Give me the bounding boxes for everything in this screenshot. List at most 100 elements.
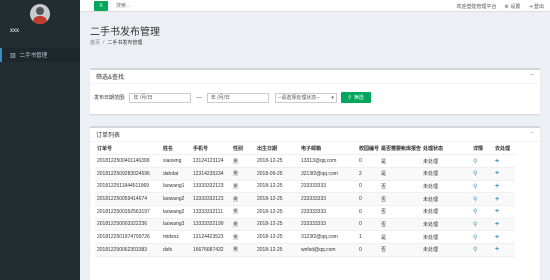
search-icon[interactable]: ⚲ — [473, 171, 477, 177]
email: 233333333 — [299, 180, 357, 194]
search-icon[interactable]: ⚲ — [473, 159, 477, 165]
handle-cell: + — [493, 218, 516, 232]
phone: 13333332123 — [191, 192, 231, 206]
search-icon[interactable]: ⚲ — [473, 197, 477, 203]
customer-name: midsnz — [161, 230, 191, 244]
table-row: 20181225004011463​99 xiaowng 13124123124… — [95, 154, 516, 168]
gender: 男 — [231, 205, 255, 219]
handle-cell: + — [493, 192, 516, 206]
column-header: 是否需要帐库报告 — [379, 142, 422, 156]
search-icon[interactable]: ⚲ — [473, 235, 477, 241]
process-status: 未处理 — [421, 192, 472, 206]
customer-name: dahdat — [161, 167, 191, 181]
menu-icon: ≡ — [99, 2, 103, 9]
search-icon[interactable]: ⚲ — [473, 184, 477, 190]
username: xxx — [10, 28, 19, 34]
detail-cell: ⚲ — [471, 192, 494, 206]
start-date-input[interactable]: 年 /月/日 — [129, 92, 192, 103]
order-number: 2018122500392563​197 — [95, 205, 161, 219]
column-header: 处理状态 — [421, 142, 472, 156]
search-icon[interactable]: ⚲ — [473, 222, 477, 228]
plus-icon[interactable]: + — [495, 234, 499, 241]
column-header: 详情 — [471, 142, 494, 156]
campus-number: 0 — [357, 218, 380, 232]
plus-icon[interactable]: + — [495, 196, 499, 203]
process-status: 未处理 — [421, 243, 472, 257]
email: 233333333 — [299, 205, 357, 219]
birth-date: 2018-12-25 — [255, 230, 299, 244]
end-date-input[interactable]: 年 /月/日 — [206, 92, 269, 103]
settings-link[interactable]: ⚙ 设置 — [505, 3, 521, 10]
gender: 男 — [231, 243, 255, 257]
column-header: 去处理 — [493, 142, 516, 156]
handle-cell: + — [493, 230, 516, 244]
gear-icon: ⚙ — [504, 3, 509, 10]
process-status: 未处理 — [421, 154, 472, 168]
plus-icon[interactable]: + — [495, 221, 499, 228]
handle-cell: + — [493, 205, 516, 219]
phone: 13333332111 — [191, 205, 231, 219]
birth-date: 2018-12-25 — [255, 180, 299, 194]
topbar-right: 欢迎登陆管理平台 ⚙ 设置 ⇥ 登出 — [456, 0, 544, 12]
menu-toggle-button[interactable]: ≡ — [94, 0, 108, 11]
customer-name: laowang3 — [161, 218, 191, 232]
customer-name: laowang2 — [161, 205, 191, 219]
process-status: 未处理 — [421, 180, 472, 194]
search-icon[interactable]: ⚲ — [473, 247, 477, 253]
collapse-button[interactable]: − — [530, 72, 534, 79]
search-input[interactable] — [116, 1, 206, 10]
process-status: 未处理 — [421, 218, 472, 232]
needs-report: 是 — [379, 154, 422, 168]
search-icon[interactable]: ⚲ — [473, 209, 477, 215]
detail-cell: ⚲ — [471, 167, 494, 181]
order-number: 20181225005941​4674 — [95, 192, 161, 206]
filter-button[interactable]: ⚲ 筛选 — [340, 92, 371, 103]
phone: 13124423523 — [191, 230, 231, 244]
table-row: 2018122500392563​197 laowang2 1333333211… — [95, 205, 516, 219]
collapse-button[interactable]: − — [530, 130, 534, 137]
phone: 12314235234 — [191, 167, 231, 181]
table-header-row: 订单号 姓名 手机号 性别 出生日期 电子邮箱 校园编号 是否需要帐库报告 处理… — [95, 142, 516, 156]
birth-date: 2018-12-25 — [255, 205, 299, 219]
filter-box-title: 筛选&查找 — [96, 75, 125, 81]
plus-icon[interactable]: + — [495, 208, 499, 215]
table-row: 20181225092830245​96 dahdat 12314235234 … — [95, 167, 516, 181]
search-icon: ⚲ — [348, 94, 352, 101]
logout-link[interactable]: ⇥ 登出 — [528, 3, 544, 10]
email: 233333333 — [299, 218, 357, 232]
campus-number: 0 — [357, 192, 380, 206]
welcome-text: 欢迎登陆管理平台 — [456, 3, 497, 10]
breadcrumb-home[interactable]: 首页 — [90, 40, 100, 46]
needs-report: 是 — [379, 230, 422, 244]
email: 233333333 — [299, 192, 357, 206]
table-row: 20181225005941​4674 laowang2 13333332123… — [95, 192, 516, 206]
email: 3213f2@qq.com — [299, 167, 357, 181]
process-status: 未处理 — [421, 167, 472, 181]
date-separator: — — [196, 94, 202, 101]
column-header: 姓名 — [161, 142, 191, 156]
plus-icon[interactable]: + — [495, 158, 499, 165]
breadcrumb: 首页 / 二手书发布管理 — [90, 39, 142, 46]
detail-cell: ⚲ — [471, 205, 494, 219]
column-header: 电子邮箱 — [299, 142, 357, 156]
page-title: 二手书发布管理 — [90, 27, 160, 38]
gender: 男 — [231, 230, 255, 244]
needs-report: 否 — [379, 218, 422, 232]
handle-cell: + — [493, 154, 516, 168]
date-range-label: 发布日期范围: — [94, 95, 126, 101]
needs-report: 是 — [379, 167, 422, 181]
column-header: 订单号 — [95, 142, 161, 156]
phone: 13333332199 — [191, 218, 231, 232]
top-navbar: ≡ 欢迎登陆管理平台 ⚙ 设置 ⇥ 登出 — [80, 0, 550, 12]
customer-name: laowang1 — [161, 180, 191, 194]
status-select[interactable]: --请选择处理状态-- ▾ — [274, 92, 337, 103]
plus-icon[interactable]: + — [495, 170, 499, 177]
plus-icon[interactable]: + — [495, 246, 499, 253]
detail-cell: ⚲ — [471, 218, 494, 232]
sidebar-item-book-management[interactable]: ▥ 二手书管理 — [0, 48, 80, 62]
order-number: 2018122500033222​36 — [95, 218, 161, 232]
column-header: 手机号 — [191, 142, 231, 156]
plus-icon[interactable]: + — [495, 183, 499, 190]
orders-box: 订单列表 − 订单号 姓名 手机号 性别 出生日期 电子邮箱 校园编号 是否需要… — [90, 126, 540, 280]
main-content: 二手书发布管理 首页 / 二手书发布管理 筛选&查找 − 发布日期范围: 年 /月/… — [80, 12, 550, 280]
